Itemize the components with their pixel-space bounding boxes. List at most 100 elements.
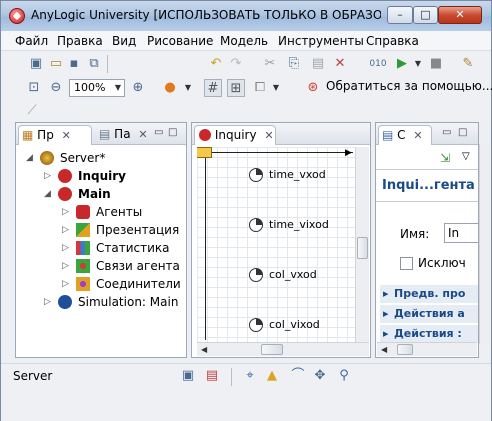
maximize-button[interactable]: □	[413, 6, 438, 24]
scroll-left-icon[interactable]: ◀	[381, 345, 387, 354]
expand-arrow-icon[interactable]: ◢	[26, 149, 33, 167]
collapse-arrow-icon[interactable]: ▷	[44, 167, 51, 185]
paste-icon[interactable]: ▤	[309, 55, 327, 73]
tab-inquiry[interactable]: Inquiry ✕	[194, 125, 276, 145]
minimize-panel-icon[interactable]: ▭	[154, 127, 163, 138]
status-text: Server	[13, 369, 53, 383]
close-icon[interactable]: ✕	[413, 129, 422, 142]
zoom-value: 100%	[74, 81, 106, 94]
tree-label: Simulation: Main	[78, 295, 179, 309]
zoom-fit-icon[interactable]: ⊡	[25, 79, 43, 97]
extra-toolbar: ⟋	[1, 99, 491, 121]
view-menu-icon[interactable]: ▽	[462, 151, 470, 162]
shapes-icon[interactable]: ▲	[263, 367, 281, 385]
element-label[interactable]: time_vixod	[269, 218, 329, 231]
minimize-button[interactable]: –	[387, 6, 413, 24]
menu-draw[interactable]: Рисование	[147, 34, 213, 48]
delete-icon[interactable]: ✕	[331, 55, 349, 73]
statistics-element-icon[interactable]	[249, 318, 263, 332]
x-axis-line	[203, 152, 353, 153]
envelope-icon[interactable]	[197, 147, 212, 158]
scrollbar-thumb[interactable]	[397, 344, 413, 355]
help-button[interactable]: Обратиться за помощью...	[326, 79, 492, 93]
close-icon[interactable]: ✕	[62, 129, 71, 142]
tab-properties[interactable]: ▤ С ✕	[378, 125, 432, 145]
scroll-left-icon[interactable]: ◀	[201, 345, 207, 354]
statistics-element-icon[interactable]	[249, 268, 263, 282]
zoom-select[interactable]: 100% ▼	[69, 79, 125, 97]
section-actions[interactable]: Действия :	[380, 325, 478, 343]
redo-icon[interactable]: ↷	[227, 55, 245, 73]
curve-icon[interactable]: ⌒	[289, 367, 307, 385]
section-agent-actions[interactable]: Действия а	[380, 305, 478, 323]
magic-wand-icon[interactable]: ✎	[459, 55, 477, 73]
maximize-panel-icon[interactable]: □	[168, 127, 177, 138]
collapse-arrow-icon[interactable]: ▷	[62, 239, 69, 257]
location-pin-icon[interactable]: ●	[161, 79, 179, 97]
menu-model[interactable]: Модель	[220, 34, 268, 48]
collapse-arrow-icon[interactable]: ▷	[62, 203, 69, 221]
collapse-arrow-icon[interactable]: ▷	[62, 275, 69, 293]
cut-icon[interactable]: ✂	[261, 55, 279, 73]
maximize-panel-icon[interactable]: □	[458, 127, 467, 138]
project-panel: ▦ Пр ✕ ▤ Па ✕ ▭ □ ◢ Server* ▷ Inquiry ◢	[15, 122, 187, 358]
run-dropdown-icon[interactable]: ▼	[409, 55, 427, 73]
snap-to-grid-icon[interactable]: ⊞	[227, 79, 245, 97]
exclude-checkbox[interactable]	[400, 257, 413, 270]
move-tool-icon[interactable]: ✥	[311, 367, 329, 385]
collapse-arrow-icon[interactable]: ▷	[44, 293, 51, 311]
tab-properties-label: С	[397, 128, 406, 142]
select-tool-icon[interactable]: ⌖	[241, 367, 259, 385]
stop-icon[interactable]: ■	[427, 55, 445, 73]
tab-projects[interactable]: ▦ Пр ✕	[18, 125, 92, 145]
save-icon[interactable]: ▪	[65, 55, 83, 73]
new-model-icon[interactable]: ▣	[27, 55, 45, 73]
editor-vertical-scrollbar[interactable]	[355, 147, 369, 342]
menu-view[interactable]: Вид	[112, 34, 136, 48]
pointer-tool-icon[interactable]: ⟋	[23, 102, 41, 120]
build-icon[interactable]: 010	[369, 55, 387, 73]
element-label[interactable]: col_vixod	[269, 318, 320, 331]
menu-tools[interactable]: Инструменты	[278, 34, 364, 48]
pin-view-icon[interactable]: ⇲	[440, 151, 450, 165]
element-label[interactable]: col_vxod	[269, 268, 317, 281]
layout-tool-icon[interactable]: ⚲	[335, 367, 353, 385]
zoom-out-icon[interactable]: ⊖	[47, 79, 65, 97]
undo-icon[interactable]: ↶	[207, 55, 225, 73]
element-label[interactable]: time_vxod	[269, 168, 326, 181]
scrollbar-thumb[interactable]	[261, 344, 283, 355]
save-all-icon[interactable]: ⧉	[85, 55, 103, 73]
statistics-element-icon[interactable]	[249, 218, 263, 232]
arrange-dropdown-icon[interactable]: ▼	[267, 79, 285, 97]
console-icon[interactable]: ▣	[179, 367, 197, 385]
open-folder-icon[interactable]: ▭	[47, 55, 65, 73]
collapse-arrow-icon[interactable]: ▷	[62, 257, 69, 275]
properties-vertical-scrollbar[interactable]	[479, 144, 491, 344]
scrollbar-thumb[interactable]	[357, 237, 368, 259]
menu-help[interactable]: Справка	[366, 34, 419, 48]
menu-file[interactable]: Файл	[15, 34, 48, 48]
tab-palette[interactable]: ▤ Па ✕	[96, 125, 158, 145]
section-advanced[interactable]: Предв. про	[380, 285, 478, 303]
editor-horizontal-scrollbar[interactable]: ◀	[197, 342, 369, 356]
properties-horizontal-scrollbar[interactable]: ◀	[377, 342, 477, 356]
collapse-arrow-icon[interactable]: ▷	[62, 221, 69, 239]
menu-edit[interactable]: Правка	[57, 34, 103, 48]
close-icon[interactable]: ✕	[264, 129, 273, 142]
problems-icon[interactable]: ▤	[203, 367, 221, 385]
close-button[interactable]: ✕	[438, 6, 482, 24]
anylogic-logo-icon	[9, 8, 25, 24]
title-bar[interactable]: AnyLogic University [ИСПОЛЬЗОВАТЬ ТОЛЬКО…	[1, 1, 491, 31]
statistics-element-icon[interactable]	[249, 168, 263, 182]
minimize-panel-icon[interactable]: ▭	[442, 127, 451, 138]
zoom-in-icon[interactable]: ⊕	[129, 79, 147, 97]
grid-toggle-icon[interactable]: #	[204, 79, 222, 97]
properties-icon: ▤	[382, 128, 394, 142]
copy-icon[interactable]: ⎘	[285, 55, 303, 73]
graphical-editor-canvas[interactable]: ▶ time_vxod time_vixod col_vxod col_vixo…	[197, 147, 361, 342]
close-icon[interactable]: ✕	[138, 128, 147, 141]
lifebuoy-icon[interactable]: ⊛	[304, 79, 322, 97]
expand-arrow-icon[interactable]: ◢	[44, 185, 51, 203]
pin-dropdown-icon[interactable]: ▼	[179, 79, 197, 97]
name-field[interactable]	[444, 223, 478, 243]
